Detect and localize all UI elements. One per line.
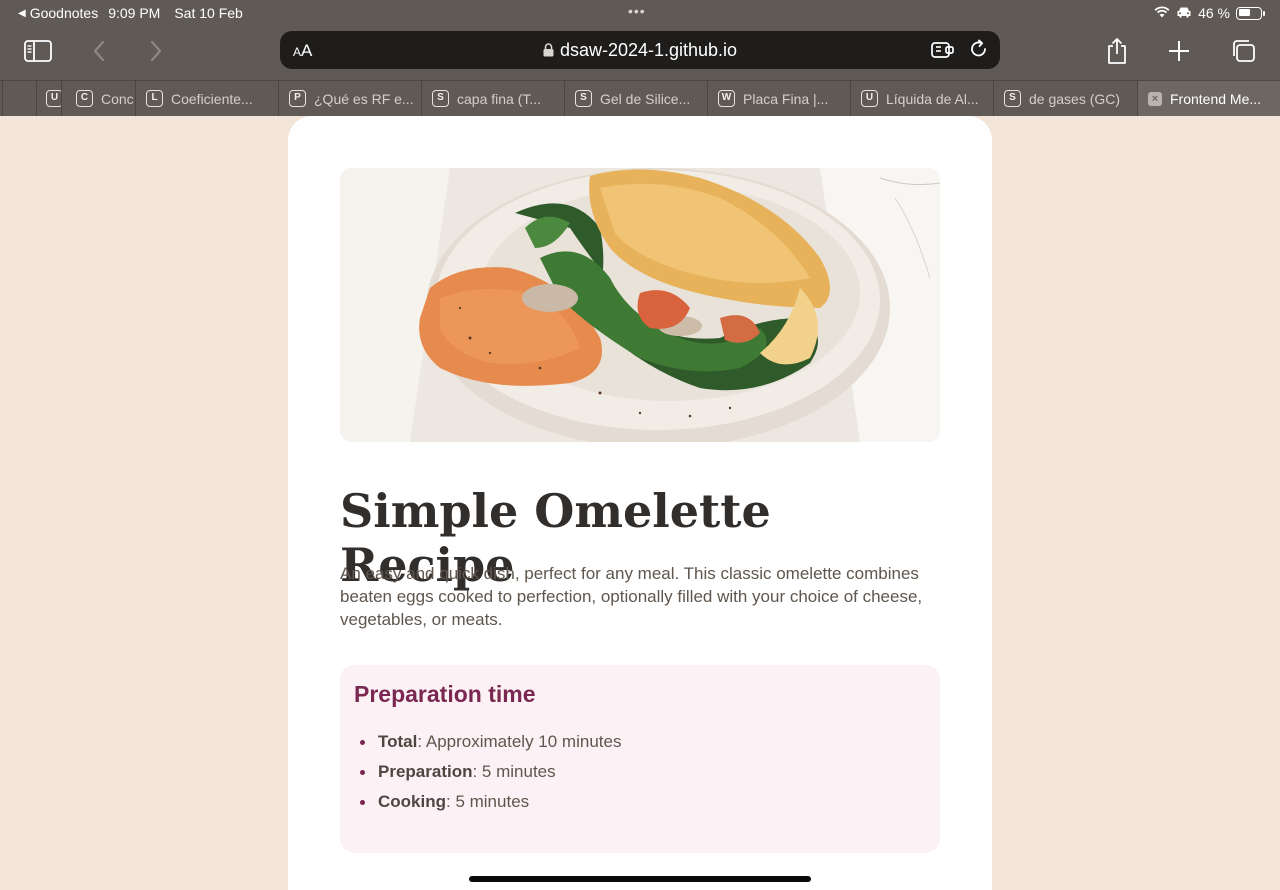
list-item: Preparation: 5 minutes	[358, 762, 621, 792]
tab-label: ¿Qué es RF e...	[314, 90, 414, 107]
share-icon[interactable]	[1100, 36, 1134, 66]
prep-term: Cooking	[378, 792, 446, 811]
tab-favicon: L	[146, 90, 163, 107]
prep-value: : Approximately 10 minutes	[417, 732, 622, 751]
tab-favicon: P	[289, 90, 306, 107]
tab-3[interactable]: L Coeficiente...	[135, 81, 278, 116]
omelette-photo	[340, 168, 940, 442]
list-item: Cooking: 5 minutes	[358, 792, 621, 822]
wifi-icon	[1154, 5, 1170, 21]
tab-label: Conc	[101, 90, 134, 107]
tab-9[interactable]: S de gases (GC)	[993, 81, 1137, 116]
preparation-time-list: Total: Approximately 10 minutes Preparat…	[358, 732, 621, 822]
prep-value: : 5 minutes	[446, 792, 530, 811]
tab-6[interactable]: S Gel de Silice...	[564, 81, 707, 116]
tab-5[interactable]: S capa fina (T...	[421, 81, 564, 116]
url-text[interactable]: dsaw-2024-1.github.io	[560, 40, 737, 60]
tab-favicon: S	[575, 90, 592, 107]
tab-1[interactable]: U	[36, 81, 61, 116]
tab-favicon: W	[718, 90, 735, 107]
preparation-time-heading: Preparation time	[354, 681, 536, 707]
tab-bar: U C Conc L Coeficiente... P ¿Qué es RF e…	[0, 80, 1280, 116]
prep-term: Total	[378, 732, 418, 751]
lock-icon	[543, 41, 554, 62]
status-time: 9:09 PM	[108, 5, 161, 21]
multitasking-dots-icon[interactable]: •••	[628, 3, 646, 19]
tab-close-icon[interactable]: ×	[1148, 91, 1162, 106]
tab-pinned-edge[interactable]	[2, 81, 12, 116]
extensions-icon[interactable]	[931, 39, 955, 64]
tab-label: Líquida de Al...	[886, 90, 979, 107]
home-indicator[interactable]	[469, 876, 811, 882]
sidebar-toggle-icon[interactable]	[21, 36, 55, 66]
reload-icon[interactable]	[969, 39, 989, 64]
battery-icon	[1236, 6, 1265, 20]
tab-label: Gel de Silice...	[600, 90, 691, 107]
recipe-description: An easy and quick dish, perfect for any …	[340, 564, 923, 629]
tab-favicon: C	[76, 90, 93, 107]
status-date: Sat 10 Feb	[174, 5, 243, 21]
back-to-app-icon[interactable]: ◀	[18, 8, 26, 19]
tab-favicon: U	[861, 90, 878, 107]
list-item: Total: Approximately 10 minutes	[358, 732, 621, 762]
tab-favicon: S	[432, 90, 449, 107]
battery-percent: 46 %	[1198, 5, 1230, 21]
tab-overview-icon[interactable]	[1226, 36, 1260, 66]
preparation-time-box: Preparation time Total: Approximately 10…	[340, 665, 940, 853]
prep-value: : 5 minutes	[472, 762, 556, 781]
tab-2[interactable]: C Conc	[61, 81, 135, 116]
tab-label: Placa Fina |...	[743, 90, 829, 107]
back-chevron-icon[interactable]	[82, 36, 116, 66]
back-app-label[interactable]: Goodnotes	[30, 5, 99, 21]
tab-favicon: S	[1004, 90, 1021, 107]
tab-8[interactable]: U Líquida de Al...	[850, 81, 993, 116]
tab-7[interactable]: W Placa Fina |...	[707, 81, 850, 116]
address-bar[interactable]: AA dsaw-2024-1.github.io	[280, 31, 1000, 69]
tab-label: Frontend Me...	[1170, 90, 1262, 107]
tab-favicon: U	[46, 90, 61, 107]
browser-toolbar: AA dsaw-2024-1.github.io	[0, 26, 1280, 80]
tab-label: capa fina (T...	[457, 90, 542, 107]
tab-4[interactable]: P ¿Qué es RF e...	[278, 81, 421, 116]
status-bar: ◀ Goodnotes 9:09 PM Sat 10 Feb ••• 46 %	[0, 0, 1280, 26]
car-icon	[1176, 5, 1192, 21]
tab-label: Coeficiente...	[171, 90, 253, 107]
tab-active-frontend-mentor[interactable]: × Frontend Me...	[1137, 81, 1280, 116]
new-tab-plus-icon[interactable]	[1162, 36, 1196, 66]
recipe-card: Simple Omelette Recipe An easy and quick…	[288, 116, 992, 890]
tab-label: de gases (GC)	[1029, 90, 1121, 107]
prep-term: Preparation	[378, 762, 473, 781]
forward-chevron-icon[interactable]	[139, 36, 173, 66]
